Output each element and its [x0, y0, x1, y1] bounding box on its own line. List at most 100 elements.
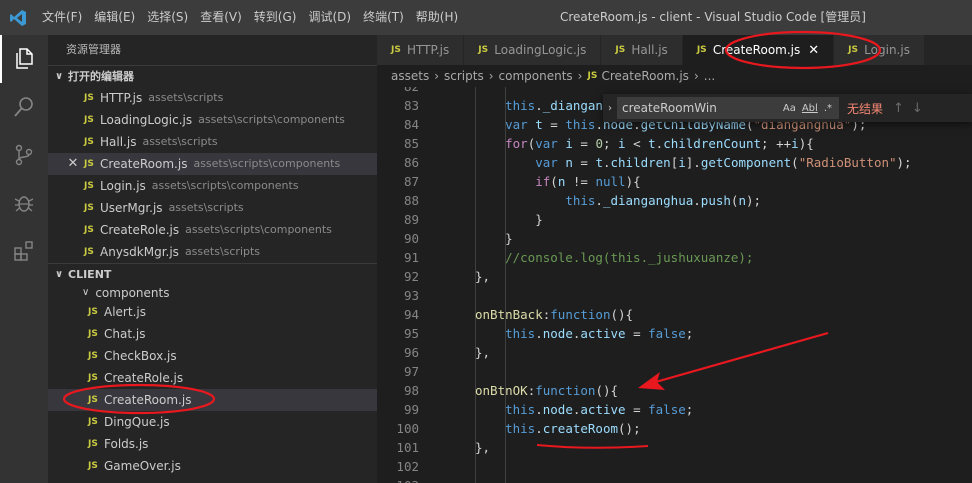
menu-go[interactable]: 转到(G)	[248, 0, 303, 35]
js-file-icon: JS	[84, 115, 94, 125]
line-number: 83	[403, 98, 419, 113]
open-editor-item[interactable]: JS Login.js assets\scripts\components	[48, 175, 377, 197]
tree-file-item[interactable]: JS CheckBox.js	[48, 345, 377, 367]
code-line[interactable]: onBtnBack:function(){	[475, 305, 972, 324]
tree-file-item[interactable]: JS CreateRole.js	[48, 367, 377, 389]
chevron-right-icon: ›	[693, 69, 699, 83]
menu-file[interactable]: 文件(F)	[36, 0, 88, 35]
source-control-icon[interactable]	[0, 131, 48, 179]
code-line[interactable]: this.node.active = false;	[475, 324, 972, 343]
tree-file-item[interactable]: JS Folds.js	[48, 433, 377, 455]
code-line[interactable]: var n = t.children[i].getComponent("Radi…	[475, 153, 972, 172]
breadcrumb-item[interactable]: CreateRoom.js	[601, 69, 688, 83]
file-name: DingQue.js	[104, 415, 170, 429]
tab-createroom[interactable]: JS CreateRoom.js ✕	[682, 35, 835, 65]
regex-toggle[interactable]: .*	[824, 103, 832, 114]
open-editor-item-selected[interactable]: ✕ JS CreateRoom.js assets\scripts\compone…	[48, 153, 377, 175]
open-editor-item[interactable]: JS UserMgr.js assets\scripts	[48, 197, 377, 219]
match-case-toggle[interactable]: Aa	[783, 103, 796, 114]
line-number: 85	[403, 136, 419, 151]
line-number: 98	[403, 383, 419, 398]
tree-file-item[interactable]: JS Chat.js	[48, 323, 377, 345]
arrow-down-icon[interactable]: ↓	[912, 101, 923, 116]
menu-selection[interactable]: 选择(S)	[141, 0, 194, 35]
menu-help[interactable]: 帮助(H)	[410, 0, 464, 35]
code-line[interactable]: },	[475, 267, 972, 286]
js-file-icon: JS	[88, 395, 98, 405]
line-number: 95	[403, 326, 419, 341]
file-path: assets\scripts\components	[151, 179, 299, 192]
vscode-logo-icon	[0, 0, 36, 35]
close-icon[interactable]: ✕	[66, 153, 80, 175]
search-icon[interactable]	[0, 83, 48, 131]
code-line[interactable]: this.createRoom();	[475, 419, 972, 438]
open-editor-item[interactable]: JS CreateRole.js assets\scripts\componen…	[48, 219, 377, 241]
match-whole-word-toggle[interactable]: Abl	[802, 103, 818, 114]
js-file-icon: JS	[84, 159, 94, 169]
code-line[interactable]: }	[475, 210, 972, 229]
file-name: Login.js	[100, 179, 146, 193]
open-editors-header[interactable]: ∨ 打开的编辑器	[48, 65, 377, 87]
extensions-icon[interactable]	[0, 227, 48, 275]
code-line[interactable]	[475, 476, 972, 483]
code-line[interactable]: this.node.active = false;	[475, 400, 972, 419]
open-editor-item[interactable]: JS Hall.js assets\scripts	[48, 131, 377, 153]
menu-edit[interactable]: 编辑(E)	[88, 0, 141, 35]
tab-loadinglogic[interactable]: JS LoadingLogic.js	[464, 35, 602, 65]
breadcrumb-item[interactable]: assets	[391, 69, 429, 83]
tab-http[interactable]: JS HTTP.js	[377, 35, 465, 65]
js-file-icon: JS	[391, 45, 401, 55]
code-line[interactable]	[475, 362, 972, 381]
debug-icon[interactable]	[0, 179, 48, 227]
open-editor-item[interactable]: JS LoadingLogic.js assets\scripts\compon…	[48, 109, 377, 131]
code-line[interactable]	[475, 457, 972, 476]
menu-terminal[interactable]: 终端(T)	[357, 0, 410, 35]
code-line[interactable]: //console.log(this._jushuxuanze);	[475, 248, 972, 267]
chevron-right-icon[interactable]: ›	[603, 94, 617, 122]
menu-debug[interactable]: 调试(D)	[302, 0, 357, 35]
tree-file-item[interactable]: JS GameOver.js	[48, 455, 377, 477]
find-input-value: createRoomWin	[622, 101, 717, 115]
explorer-icon[interactable]	[0, 35, 48, 83]
code-line[interactable]	[475, 286, 972, 305]
file-path: assets\scripts\components	[198, 113, 345, 126]
tree-file-item[interactable]: JS DingQue.js	[48, 411, 377, 433]
breadcrumb-item[interactable]: components	[499, 69, 573, 83]
file-name: GameOver.js	[104, 459, 181, 473]
components-folder[interactable]: ∨ components	[48, 285, 377, 301]
code-line[interactable]: for(var i = 0; i < t.childrenCount; ++i)…	[475, 134, 972, 153]
code-editor[interactable]: 82 83 84 85 86 87 88 89 90 91 92 93 94 95 96 97 98 99 100 1…	[377, 87, 972, 483]
breadcrumb-item[interactable]: ...	[704, 69, 715, 83]
js-file-icon: JS	[88, 307, 98, 317]
file-name: AnysdkMgr.js	[100, 245, 179, 259]
explorer-sidebar: 资源管理器 ∨ 打开的编辑器 JS HTTP.js assets\scripts…	[48, 35, 377, 483]
sidebar-title: 资源管理器	[66, 43, 121, 56]
code-line[interactable]: },	[475, 438, 972, 457]
tab-login[interactable]: JS Login.js	[834, 35, 925, 65]
tree-file-item-selected[interactable]: JS CreateRoom.js	[48, 389, 377, 411]
open-editor-item[interactable]: JS HTTP.js assets\scripts	[48, 87, 377, 109]
tab-hall[interactable]: JS Hall.js	[601, 35, 683, 65]
code-line[interactable]: if(n != null){	[475, 172, 972, 191]
menu-view[interactable]: 查看(V)	[194, 0, 248, 35]
find-result-status: 无结果	[847, 101, 884, 116]
open-editor-item[interactable]: JS AnysdkMgr.js assets\scripts	[48, 241, 377, 263]
js-file-icon: JS	[84, 137, 94, 147]
find-input[interactable]: createRoomWin Aa Abl .*	[617, 97, 839, 119]
js-file-icon: JS	[848, 45, 859, 55]
code-line[interactable]: onBtnOK:function(){	[475, 381, 972, 400]
line-number: 88	[403, 193, 419, 208]
code-line[interactable]: this._dianganghua.push(n);	[475, 191, 972, 210]
breadcrumb-item[interactable]: scripts	[444, 69, 484, 83]
js-file-icon: JS	[696, 45, 707, 55]
title-bar: 文件(F) 编辑(E) 选择(S) 查看(V) 转到(G) 调试(D) 终端(T…	[0, 0, 972, 35]
arrow-up-icon[interactable]: ↑	[893, 101, 904, 116]
code-line[interactable]: },	[475, 343, 972, 362]
tree-file-item[interactable]: JS Alert.js	[48, 301, 377, 323]
code-area[interactable]: this._diangang var t = this.node.getChil…	[475, 87, 972, 483]
code-line[interactable]: }	[475, 229, 972, 248]
js-file-icon: JS	[84, 247, 94, 257]
line-number: 90	[403, 231, 419, 246]
close-icon[interactable]: ✕	[808, 43, 819, 58]
client-folder-header[interactable]: ∨ CLIENT	[48, 263, 377, 285]
